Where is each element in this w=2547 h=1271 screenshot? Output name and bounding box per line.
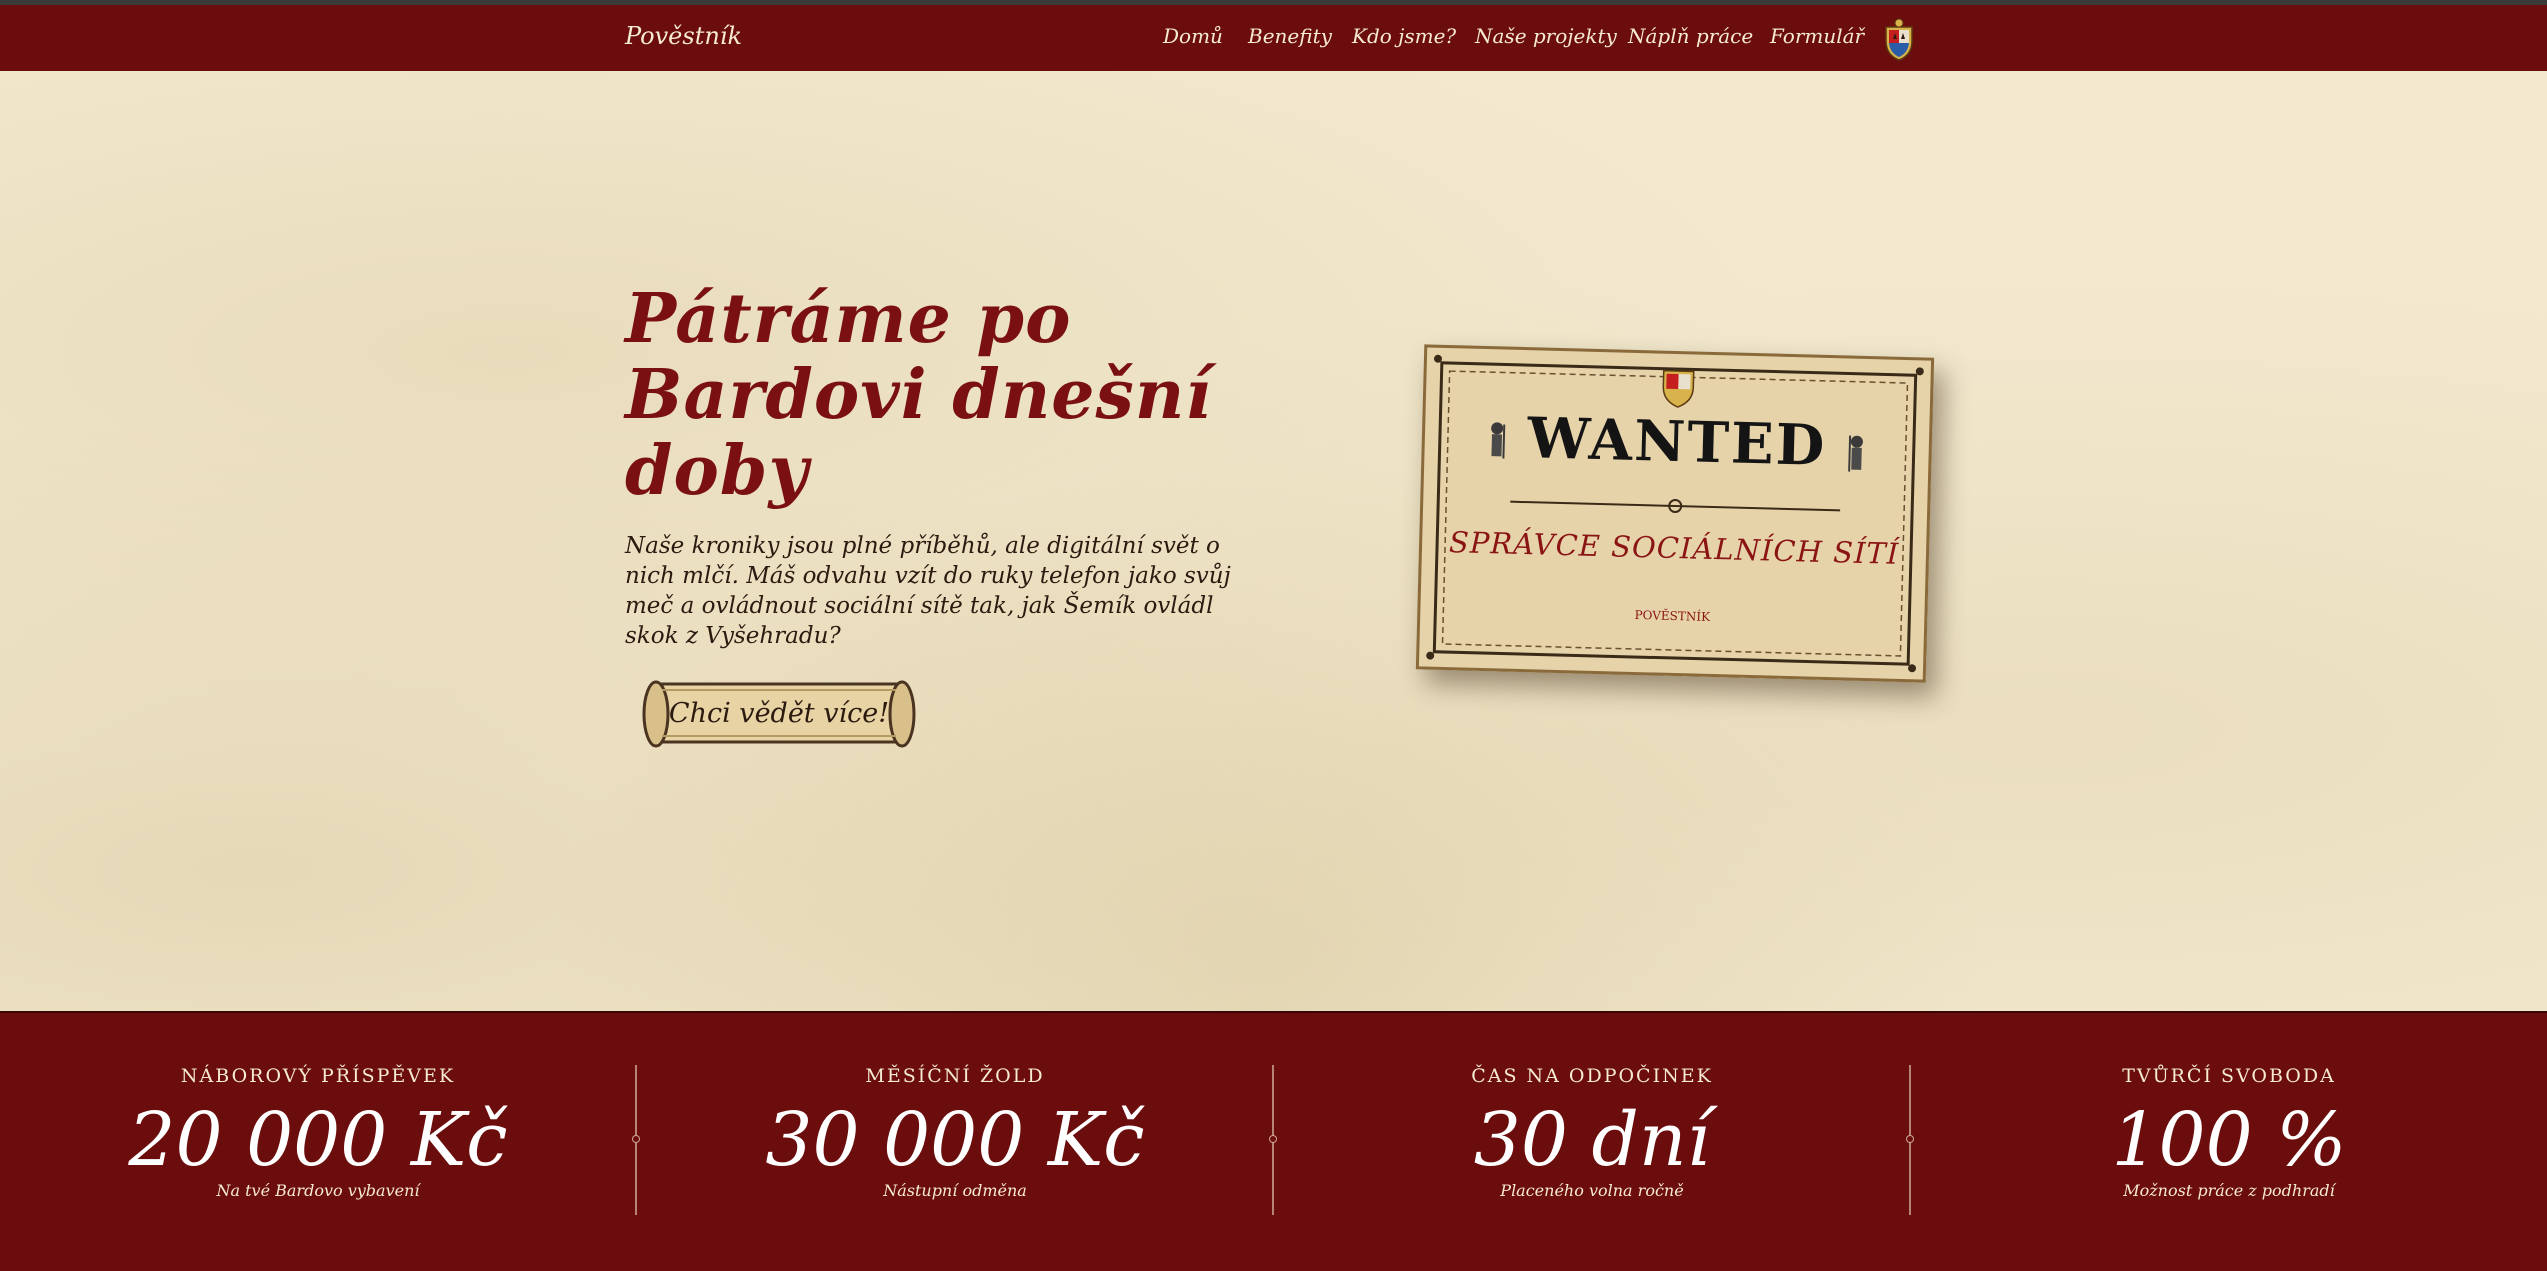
stat-value: 30 000 Kč: [765, 1097, 1145, 1183]
stat-value: 20 000 Kč: [128, 1097, 508, 1183]
poster-title: WANTED: [1526, 405, 1828, 479]
stat-note: Možnost práce z podhradí: [2123, 1181, 2335, 1200]
coat-of-arms-icon[interactable]: [1882, 17, 1916, 61]
stat-recruitment-bonus: NÁBOROVÝ PŘÍSPĚVEK 20 000 Kč Na tvé Bard…: [0, 1013, 636, 1269]
brand-logo[interactable]: Pověstník: [625, 22, 742, 50]
wanted-poster: WANTED SPRÁVCE SOCIÁLNÍCH SÍTÍ POVĚSTNÍK: [1415, 344, 1935, 683]
hero-section: Pátráme po Bardovi dnešní doby Naše kron…: [0, 71, 2547, 1011]
nav-link-benefits[interactable]: Benefity: [1248, 24, 1332, 48]
stat-value: 100 %: [2111, 1097, 2347, 1183]
stat-value: 30 dní: [1473, 1097, 1711, 1183]
nav-link-job[interactable]: Náplň práce: [1628, 24, 1753, 48]
stat-label: MĚSÍČNÍ ŽOLD: [865, 1065, 1045, 1087]
stat-note: Placeného volna ročně: [1500, 1181, 1684, 1200]
nav-link-projects[interactable]: Naše projekty: [1475, 24, 1617, 48]
stat-label: NÁBOROVÝ PŘÍSPĚVEK: [180, 1065, 456, 1087]
stat-note: Nástupní odměna: [883, 1181, 1027, 1200]
poster-frame-icon: [1415, 344, 1935, 683]
navbar: Pověstník Domů Benefity Kdo jsme? Naše p…: [0, 5, 2547, 71]
stat-label: TVŮRČÍ SVOBODA: [2122, 1065, 2336, 1087]
learn-more-button[interactable]: Chci vědět více!: [638, 674, 920, 754]
stat-time-off: ČAS NA ODPOČINEK 30 dní Placeného volna …: [1274, 1013, 1910, 1269]
nav-link-about[interactable]: Kdo jsme?: [1352, 24, 1456, 48]
nav-link-form[interactable]: Formulář: [1770, 24, 1864, 48]
hero-description: Naše kroniky jsou plné příběhů, ale digi…: [625, 533, 1231, 649]
stats-section: NÁBOROVÝ PŘÍSPĚVEK 20 000 Kč Na tvé Bard…: [0, 1011, 2547, 1271]
stat-creative-freedom: TVŮRČÍ SVOBODA 100 % Možnost práce z pod…: [1911, 1013, 2547, 1269]
hero-title: Pátráme po Bardovi dnešní doby: [625, 279, 1213, 511]
nav-link-home[interactable]: Domů: [1163, 24, 1223, 48]
stat-monthly-pay: MĚSÍČNÍ ŽOLD 30 000 Kč Nástupní odměna: [637, 1013, 1273, 1269]
stat-note: Na tvé Bardovo vybavení: [216, 1181, 420, 1200]
learn-more-label: Chci vědět více!: [668, 698, 890, 729]
stat-label: ČAS NA ODPOČINEK: [1471, 1065, 1713, 1087]
